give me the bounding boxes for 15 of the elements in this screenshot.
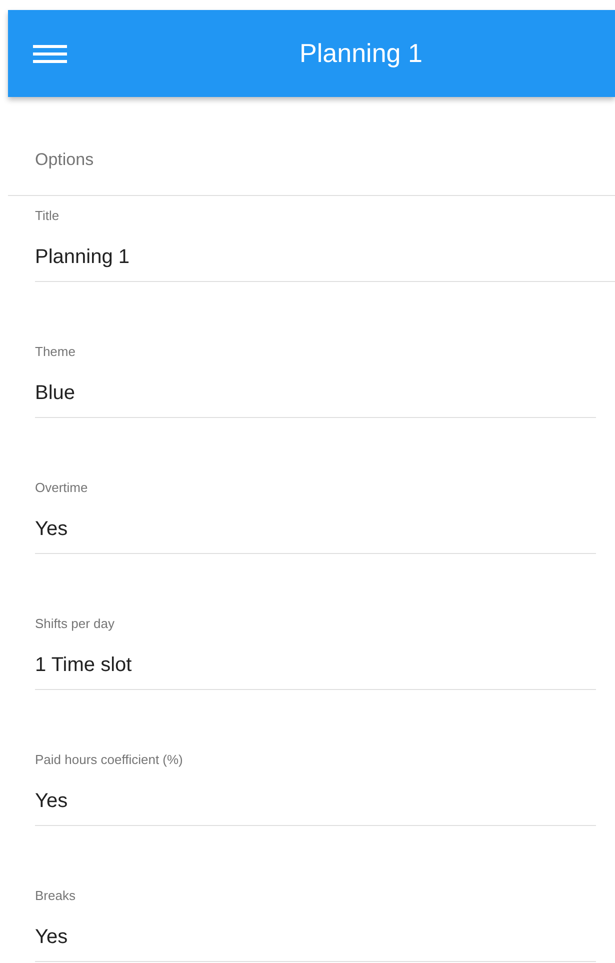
field-label: Breaks xyxy=(35,888,76,904)
field-label: Theme xyxy=(35,344,76,360)
section-header: Options xyxy=(8,97,615,196)
field-label: Paid hours coefficient (%) xyxy=(35,752,184,768)
select-field[interactable]: Yes xyxy=(35,788,596,826)
field-label: Title xyxy=(35,208,60,224)
field-label: Shifts per day xyxy=(35,616,116,632)
field-label: Overtime xyxy=(35,480,89,496)
select-field[interactable]: Blue xyxy=(35,380,596,418)
select-field[interactable]: Yes xyxy=(35,516,596,554)
select-field[interactable]: Yes xyxy=(35,924,596,962)
app-title: Planning 1 xyxy=(298,38,424,69)
input-field[interactable]: Planning 1 xyxy=(35,244,615,282)
select-field[interactable]: 1 Time slot xyxy=(35,652,596,690)
menu-icon[interactable] xyxy=(33,44,67,62)
